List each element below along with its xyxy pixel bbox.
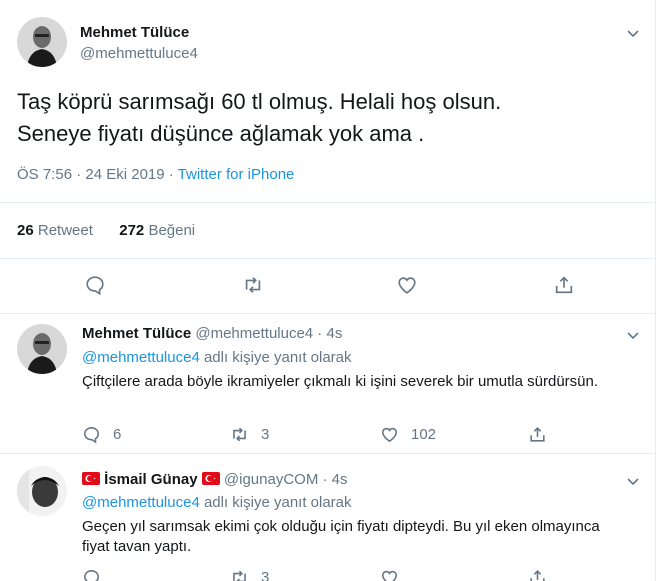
chevron-down-icon[interactable] bbox=[625, 473, 641, 489]
avatar[interactable] bbox=[17, 466, 67, 516]
tweet-text-line: Seneye fiyatı düşünce ağlamak yok ama . bbox=[17, 121, 425, 146]
retweet-action[interactable]: 3 bbox=[230, 425, 269, 444]
reply-header: İsmail Günay @igunayCOM · 4s bbox=[82, 471, 348, 488]
author-name[interactable]: İsmail Günay bbox=[104, 471, 197, 488]
reply-tweet[interactable]: İsmail Günay @igunayCOM · 4s @mehmettulu… bbox=[0, 454, 655, 581]
reply-header: Mehmet Tülüce @mehmettuluce4 · 4s bbox=[82, 325, 342, 342]
reply-mention[interactable]: @mehmettuluce4 bbox=[82, 494, 200, 511]
share-icon bbox=[528, 425, 547, 444]
tweet-source[interactable]: Twitter for iPhone bbox=[178, 166, 295, 183]
tweet-stats: 26 Retweet 272 Beğeni bbox=[17, 222, 195, 239]
share-action[interactable] bbox=[528, 425, 559, 444]
reply-action[interactable]: 6 bbox=[82, 425, 121, 444]
retweet-count: 26 bbox=[17, 222, 34, 239]
reply-text: Çiftçilere arada böyle ikramiyeler çıkma… bbox=[82, 373, 599, 390]
tweet-text-line: Taş köprü sarımsağı 60 tl olmuş. Helali … bbox=[17, 89, 502, 114]
reply-tweet[interactable]: Mehmet Tülüce @mehmettuluce4 · 4s @mehme… bbox=[0, 314, 655, 453]
reply-icon[interactable] bbox=[84, 274, 106, 296]
reply-icon bbox=[82, 425, 101, 444]
retweet-label: Retweet bbox=[37, 222, 93, 239]
tweet-timestamp: ÖS 7:56 · 24 Eki 2019 · Twitter for iPho… bbox=[17, 166, 294, 183]
chevron-down-icon[interactable] bbox=[625, 327, 641, 343]
retweet-icon bbox=[230, 568, 249, 581]
like-icon[interactable] bbox=[396, 274, 418, 296]
chevron-down-icon[interactable] bbox=[625, 25, 641, 41]
reply-mention[interactable]: @mehmettuluce4 bbox=[82, 349, 200, 366]
reply-to-text: adlı kişiye yanıt olarak bbox=[199, 494, 352, 511]
like-action[interactable]: 102 bbox=[380, 425, 436, 444]
avatar[interactable] bbox=[17, 17, 67, 67]
divider bbox=[0, 202, 655, 203]
retweet-icon bbox=[230, 425, 249, 444]
tweet-detail-panel: Mehmet Tülüce @mehmettuluce4 Taş köprü s… bbox=[0, 0, 656, 581]
author-handle[interactable]: @mehmettuluce4 bbox=[80, 45, 198, 62]
turkey-flag-icon bbox=[82, 472, 100, 485]
like-icon bbox=[380, 568, 399, 581]
author-name[interactable]: Mehmet Tülüce bbox=[82, 325, 191, 342]
main-tweet: Mehmet Tülüce @mehmettuluce4 Taş köprü s… bbox=[0, 0, 655, 313]
divider bbox=[0, 258, 655, 259]
like-label: Beğeni bbox=[148, 222, 196, 239]
retweet-count: 3 bbox=[261, 426, 270, 443]
share-action[interactable] bbox=[528, 568, 559, 581]
replying-to: @mehmettuluce4 adlı kişiye yanıt olarak bbox=[82, 349, 352, 366]
turkey-flag-icon bbox=[201, 472, 220, 485]
avatar[interactable] bbox=[17, 324, 67, 374]
replying-to: @mehmettuluce4 adlı kişiye yanıt olarak bbox=[82, 494, 352, 511]
like-stat[interactable]: 272 Beğeni bbox=[119, 222, 195, 239]
tweet-time[interactable]: ÖS 7:56 · 24 Eki 2019 · bbox=[17, 166, 178, 183]
tweet-text: Taş köprü sarımsağı 60 tl olmuş. Helali … bbox=[17, 86, 637, 150]
retweet-stat[interactable]: 26 Retweet bbox=[17, 222, 93, 239]
like-count: 102 bbox=[411, 426, 437, 443]
author-handle[interactable]: @igunayCOM · 4s bbox=[224, 471, 348, 488]
author-handle[interactable]: @mehmettuluce4 · 4s bbox=[195, 325, 342, 342]
like-count: 272 bbox=[119, 222, 145, 239]
like-icon bbox=[380, 425, 399, 444]
reply-icon bbox=[82, 568, 101, 581]
like-action[interactable] bbox=[380, 568, 411, 581]
reply-count: 6 bbox=[113, 426, 122, 443]
reply-text: Geçen yıl sarımsak ekimi çok olduğu için… bbox=[82, 518, 600, 555]
share-icon bbox=[528, 568, 547, 581]
retweet-count: 3 bbox=[261, 569, 270, 581]
reply-action[interactable] bbox=[82, 568, 113, 581]
retweet-icon[interactable] bbox=[242, 274, 264, 296]
author-name[interactable]: Mehmet Tülüce bbox=[80, 24, 189, 41]
reply-to-text: adlı kişiye yanıt olarak bbox=[199, 349, 352, 366]
share-icon[interactable] bbox=[553, 274, 575, 296]
retweet-action[interactable]: 3 bbox=[230, 568, 269, 581]
